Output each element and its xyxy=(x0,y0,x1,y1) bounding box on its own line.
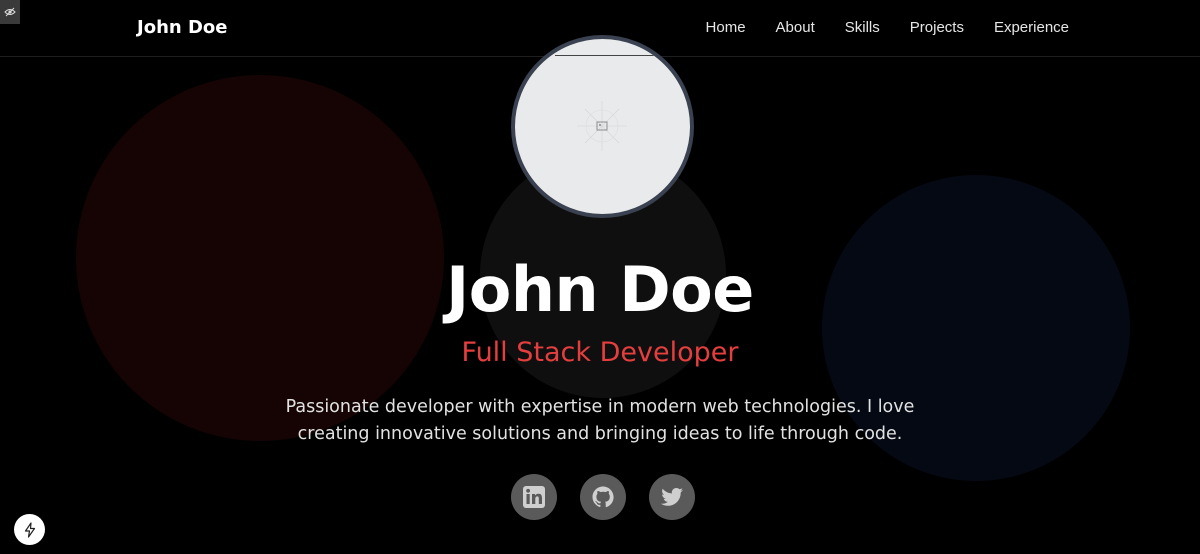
hero-name: John Doe xyxy=(446,253,754,326)
nav-link-projects[interactable]: Projects xyxy=(910,19,964,36)
image-placeholder-icon xyxy=(577,101,627,151)
eye-off-icon[interactable] xyxy=(0,0,20,24)
nav-link-about[interactable]: About xyxy=(776,19,815,36)
brand-logo[interactable]: John Doe xyxy=(137,17,227,38)
github-button[interactable] xyxy=(580,474,626,520)
nav-link-home[interactable]: Home xyxy=(706,19,746,36)
twitter-icon xyxy=(661,488,683,506)
linkedin-icon xyxy=(523,486,545,508)
nav-link-experience[interactable]: Experience xyxy=(994,19,1069,36)
twitter-button[interactable] xyxy=(649,474,695,520)
github-icon xyxy=(592,486,614,508)
profile-avatar xyxy=(511,35,694,218)
social-links xyxy=(511,474,695,520)
hero-role: Full Stack Developer xyxy=(461,337,739,368)
hero-description: Passionate developer with expertise in m… xyxy=(285,397,915,444)
nav-menu: Home About Skills Projects Experience xyxy=(706,19,1069,36)
linkedin-button[interactable] xyxy=(511,474,557,520)
nav-link-skills[interactable]: Skills xyxy=(845,19,880,36)
lightning-icon[interactable] xyxy=(14,514,45,545)
